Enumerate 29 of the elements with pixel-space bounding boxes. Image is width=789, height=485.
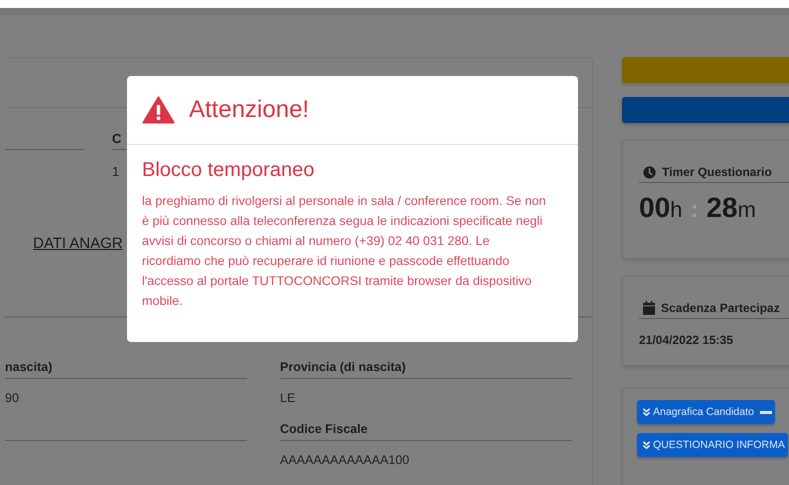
dialog-title: Attenzione! <box>189 96 310 124</box>
action-bar[interactable] <box>622 97 789 123</box>
timer-unit: h <box>670 197 682 223</box>
section-button[interactable]: Anagrafica Candidato <box>637 400 775 424</box>
field-label: Codice Fiscale <box>280 418 572 441</box>
calendar-icon <box>643 301 655 315</box>
field-label: nascita) <box>5 356 247 379</box>
section-button[interactable]: QUESTIONARIO INFORMA <box>637 433 788 457</box>
card-title: Timer Questionario <box>662 165 772 179</box>
field-label: Provincia (di nascita) <box>280 356 572 379</box>
minus-icon <box>760 410 772 414</box>
timer-hours: 00 <box>639 192 670 224</box>
double-chevron-icon <box>642 407 651 417</box>
warning-icon <box>142 96 175 124</box>
field-value: LE <box>280 390 296 406</box>
field-value: AAAAAAAAAAAAA100 <box>280 452 410 468</box>
field-value: 1 <box>112 164 120 179</box>
deadline-date: 21/04/2022 15:35 <box>639 332 734 347</box>
timer-unit: m <box>738 197 756 223</box>
timer-minutes: 28 <box>706 192 738 224</box>
action-bar[interactable] <box>622 57 789 83</box>
double-chevron-icon <box>642 440 651 450</box>
dialog-message: la preghiamo di rivolgersi al personale in sala / conference room. Se non è più connesso alla teleconferenza segua le indicazioni specificate negli avvisi di concorso o chiami al numero (+39) 02 40 031 280. Le ricordiamo che può recuperare id riunione e passcode effettuando l'accesso al portale TUTTOCONCORSI tramite browser da dispositivo mobile. <box>142 193 547 310</box>
section-link[interactable]: DATI ANAGR <box>33 235 123 252</box>
clock-icon <box>643 166 656 178</box>
field-value: 90 <box>5 390 19 406</box>
dialog-heading: Blocco temporaneo <box>142 159 314 182</box>
timer-separator: : <box>690 196 698 224</box>
card-title: Scadenza Partecipaz <box>661 301 780 315</box>
